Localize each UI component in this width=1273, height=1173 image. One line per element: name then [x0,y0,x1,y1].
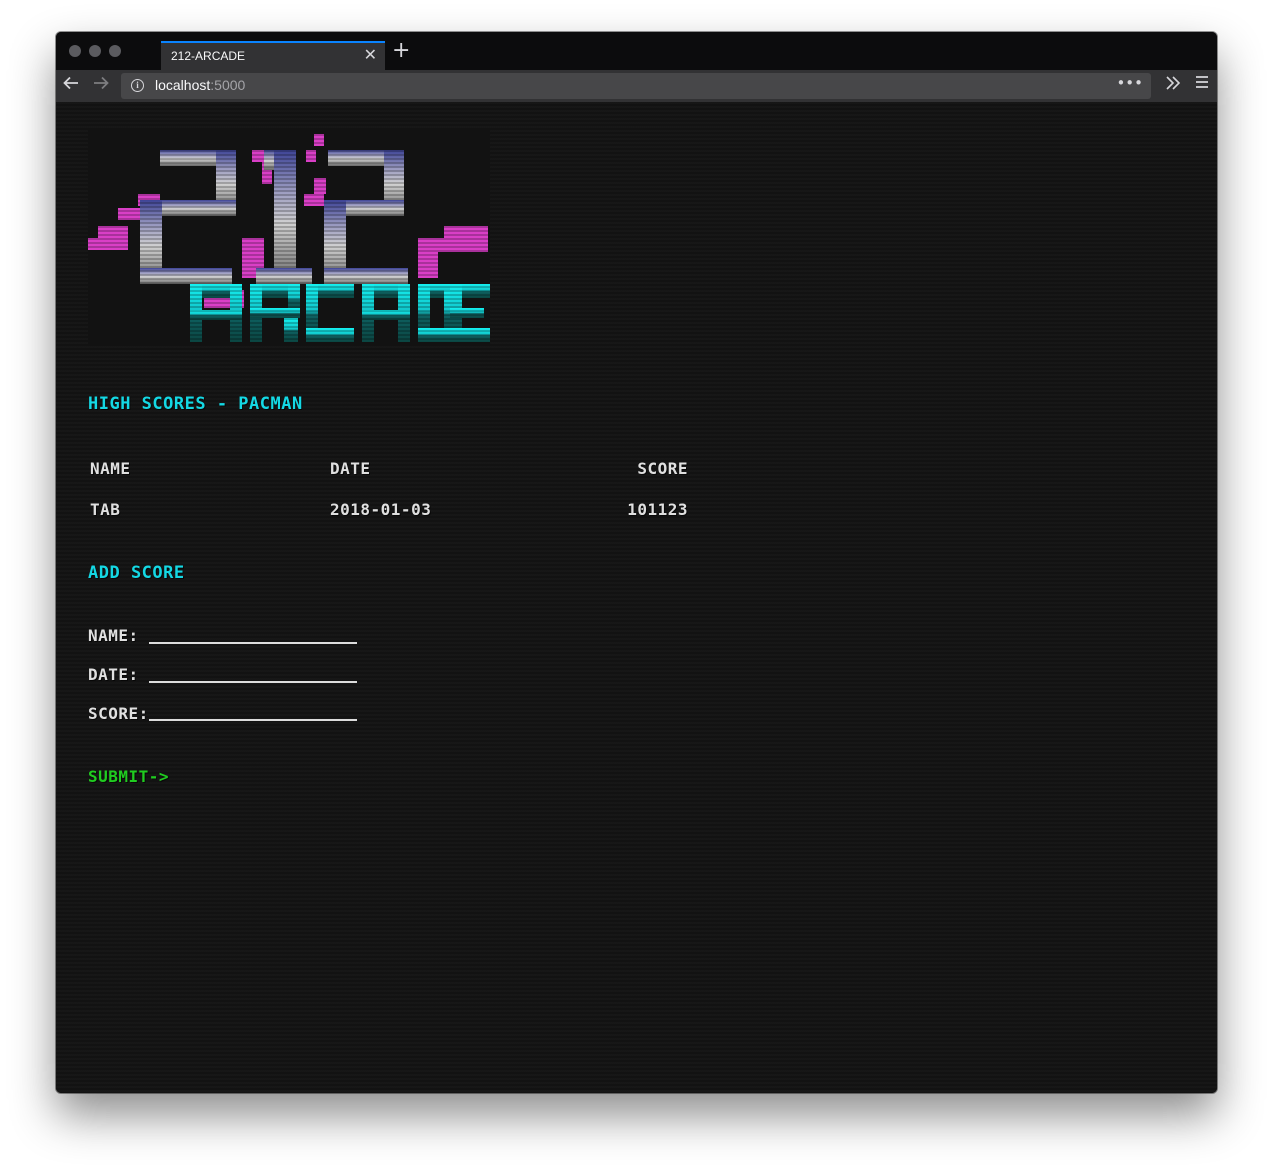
score-field[interactable] [149,697,357,721]
overflow-chevrons-icon[interactable] [1165,73,1181,95]
hamburger-menu-icon[interactable] [1195,73,1209,95]
navigation-bar: i localhost:5000 ••• [56,70,1217,102]
minimize-window-button[interactable] [89,45,101,57]
score-label: SCORE: [88,704,149,723]
info-icon[interactable]: i [131,79,144,92]
url-text: localhost:5000 [155,77,245,93]
row-score-cell: 101123 [627,500,688,519]
close-window-button[interactable] [69,45,81,57]
submit-button[interactable]: SUBMIT-> [88,767,169,786]
close-tab-icon[interactable]: ✕ [364,46,377,64]
column-header-name: NAME [90,459,131,478]
date-label: DATE: [88,665,139,684]
address-bar[interactable]: i localhost:5000 ••• [121,73,1151,99]
tab-bar: 212-ARCADE ✕ + [56,32,1217,70]
url-host: localhost [155,77,211,93]
tab-title: 212-ARCADE [171,49,246,63]
name-field[interactable] [149,620,357,644]
page-actions-icon[interactable]: ••• [1116,74,1143,92]
back-arrow-icon[interactable] [62,74,80,96]
row-date-cell: 2018-01-03 [330,500,432,519]
column-header-date: DATE [330,459,371,478]
add-score-heading: ADD SCORE [88,563,185,583]
arcade-logo [88,130,490,344]
browser-window: 212-ARCADE ✕ + i localhost:5000 ••• HIGH… [56,32,1217,1093]
new-tab-icon[interactable]: + [392,40,410,62]
row-name-cell: TAB [90,500,121,519]
page-content: HIGH SCORES - PACMAN NAME DATE SCORE TAB… [56,102,1217,1093]
forward-arrow-icon[interactable] [92,74,110,96]
column-header-score: SCORE [637,459,688,478]
zoom-window-button[interactable] [109,45,121,57]
high-scores-heading: HIGH SCORES - PACMAN [88,394,303,414]
url-port: :5000 [210,77,246,93]
name-label: NAME: [88,626,139,645]
date-field[interactable] [149,659,357,683]
tab-active[interactable]: 212-ARCADE ✕ [161,41,385,70]
